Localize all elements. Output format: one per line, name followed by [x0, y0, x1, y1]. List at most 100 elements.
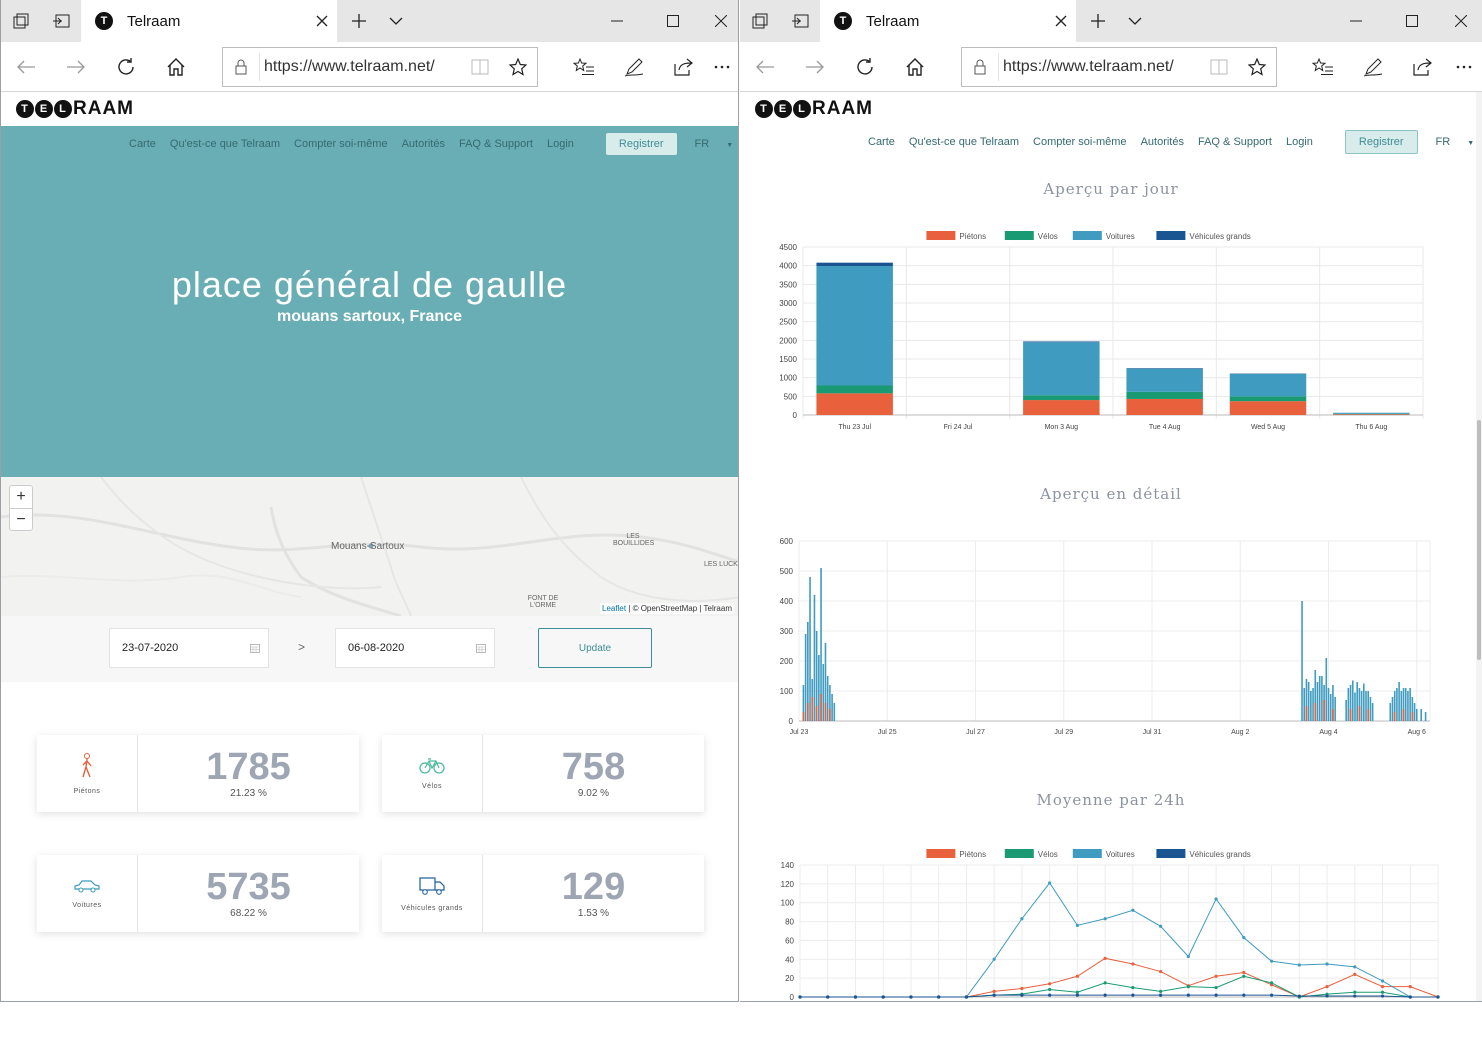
data-point — [1048, 993, 1052, 997]
legend-swatch — [1156, 231, 1186, 240]
pen-icon[interactable] — [609, 42, 659, 92]
bar — [1325, 658, 1328, 721]
scrollbar-thumb[interactable] — [1477, 420, 1481, 660]
start-date-input[interactable]: 23-07-2020 — [109, 628, 269, 668]
more-icon[interactable] — [705, 42, 738, 92]
tab-actions-icon[interactable] — [740, 0, 780, 42]
close-tab-icon[interactable] — [1046, 15, 1076, 27]
bar — [1310, 691, 1312, 721]
set-tabs-aside-icon[interactable] — [41, 0, 81, 42]
bar — [1393, 712, 1396, 721]
daily-overview-chart: Piétons Vélos Voitures Véhicules grands 0 500… — [779, 231, 1424, 431]
close-tab-icon[interactable] — [307, 15, 337, 27]
stat-card-voitures: Voitures 5735 68.22 % — [37, 855, 359, 932]
browser-tab[interactable]: T Telraam — [81, 0, 337, 42]
update-button[interactable]: Update — [538, 628, 652, 668]
pen-icon[interactable] — [1348, 42, 1398, 92]
register-button[interactable]: Registrer — [1344, 130, 1418, 154]
telraam-logo[interactable]: T E L RAAM — [755, 98, 873, 120]
stat-percent: 9.02 % — [577, 788, 610, 799]
minimize-icon[interactable] — [589, 0, 645, 42]
end-date-input[interactable]: 06-08-2020 — [335, 628, 495, 668]
chevron-down-icon[interactable] — [1118, 0, 1152, 42]
nav-faq[interactable]: FAQ & Support — [459, 138, 533, 150]
forward-icon[interactable] — [51, 42, 101, 92]
bar — [1354, 692, 1356, 721]
zoom-out-button[interactable]: − — [10, 508, 32, 530]
leaflet-link[interactable]: Leaflet — [602, 604, 626, 613]
maximize-icon[interactable] — [645, 0, 701, 42]
back-icon[interactable] — [1, 42, 51, 92]
detail-overview-title: Aperçu en détail — [1040, 485, 1182, 503]
register-button[interactable]: Registrer — [605, 133, 677, 155]
data-point — [1242, 974, 1246, 978]
map[interactable]: + − Mouans-Sartoux LES BOUILLIDES FONT D… — [1, 477, 738, 616]
data-point — [1436, 995, 1440, 999]
stat-count: 1785 — [206, 746, 291, 788]
close-window-icon[interactable] — [1440, 0, 1482, 42]
data-point — [909, 995, 913, 999]
set-tabs-aside-icon[interactable] — [780, 0, 820, 42]
language-select[interactable]: FR ▼ — [695, 138, 738, 150]
bar — [833, 703, 836, 721]
tab-actions-icon[interactable] — [1, 0, 41, 42]
favorites-icon[interactable] — [559, 42, 609, 92]
nav-authorities[interactable]: Autorités — [1141, 136, 1184, 148]
data-point — [1214, 974, 1218, 978]
refresh-icon[interactable] — [840, 42, 890, 92]
nav-authorities[interactable]: Autorités — [402, 138, 445, 150]
zoom-in-button[interactable]: + — [10, 486, 32, 508]
data-point — [1242, 970, 1246, 975]
legend-label: Vélos — [1038, 850, 1058, 859]
nav-faq[interactable]: FAQ & Support — [1198, 136, 1272, 148]
url-text[interactable]: https://www.telraam.net/ — [259, 53, 461, 81]
forward-icon[interactable] — [790, 42, 840, 92]
home-icon[interactable] — [890, 42, 940, 92]
x-tick-label: Aug 4 — [1319, 729, 1337, 736]
nav-login[interactable]: Login — [1286, 136, 1313, 148]
star-icon[interactable] — [1238, 58, 1276, 76]
new-tab-icon[interactable] — [1080, 0, 1116, 42]
url-text[interactable]: https://www.telraam.net/ — [998, 53, 1200, 81]
reading-view-icon[interactable] — [1200, 59, 1238, 75]
home-icon[interactable] — [151, 42, 201, 92]
address-bar[interactable]: https://www.telraam.net/ — [222, 47, 538, 87]
x-tick-label: Jul 27 — [966, 729, 985, 736]
date-range-bar: 23-07-2020 > 06-08-2020 Update — [1, 616, 738, 682]
telraam-logo[interactable]: T E L RAAM — [16, 98, 134, 120]
new-tab-icon[interactable] — [341, 0, 377, 42]
close-window-icon[interactable] — [701, 0, 738, 42]
tab-bar: T Telraam — [740, 0, 1482, 42]
address-bar[interactable]: https://www.telraam.net/ — [961, 47, 1277, 87]
nav-about[interactable]: Qu'est-ce que Telraam — [170, 138, 280, 150]
reading-view-icon[interactable] — [461, 59, 499, 75]
nav-carte[interactable]: Carte — [868, 136, 895, 148]
star-icon[interactable] — [499, 58, 537, 76]
calendar-icon — [250, 643, 260, 656]
bar-segment — [1126, 391, 1203, 399]
bar — [1334, 697, 1336, 721]
share-icon[interactable] — [659, 42, 709, 92]
y-tick-label: 200 — [780, 657, 794, 666]
nav-carte[interactable]: Carte — [129, 138, 156, 150]
back-icon[interactable] — [740, 42, 790, 92]
lock-icon — [962, 59, 998, 75]
favorites-icon[interactable] — [1298, 42, 1348, 92]
refresh-icon[interactable] — [101, 42, 151, 92]
more-icon[interactable] — [1446, 42, 1482, 92]
bar — [1371, 703, 1374, 721]
minimize-icon[interactable] — [1328, 0, 1384, 42]
stat-count: 129 — [561, 866, 626, 908]
browser-tab[interactable]: T Telraam — [820, 0, 1076, 42]
nav-login[interactable]: Login — [547, 138, 574, 150]
nav-count-yourself[interactable]: Compter soi-même — [294, 138, 388, 150]
bar — [1345, 700, 1347, 721]
share-icon[interactable] — [1398, 42, 1448, 92]
nav-count-yourself[interactable]: Compter soi-même — [1033, 136, 1127, 148]
chevron-down-icon[interactable] — [379, 0, 413, 42]
nav-about[interactable]: Qu'est-ce que Telraam — [909, 136, 1019, 148]
x-tick-label: Thu 6 Aug — [1355, 424, 1387, 431]
maximize-icon[interactable] — [1384, 0, 1440, 42]
bar — [1413, 703, 1416, 721]
page-scrollbar[interactable] — [1476, 92, 1482, 1001]
